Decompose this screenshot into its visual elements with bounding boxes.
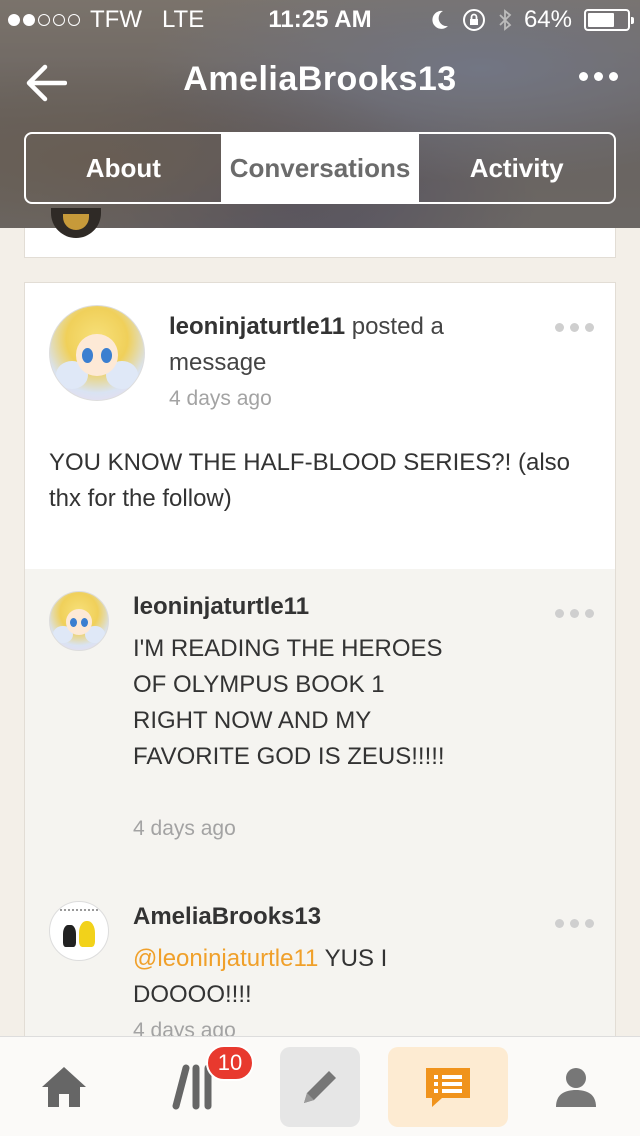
status-bar: TFW LTE 11:25 AM 64%: [0, 0, 640, 40]
bottom-tab-bar: 10: [0, 1036, 640, 1136]
comment-options-button[interactable]: [555, 609, 594, 618]
more-horizontal-icon: [579, 72, 588, 81]
conversation-card: leoninjaturtle11 posted a message 4 days…: [24, 282, 616, 1083]
avatar[interactable]: [49, 591, 109, 651]
more-options-button[interactable]: [579, 72, 618, 81]
comment-text: @leoninjaturtle11 YUS I DOOOO!!!!: [133, 945, 388, 1008]
tab-conversations[interactable]: Conversations: [220, 134, 420, 202]
pencil-icon: [304, 1071, 336, 1103]
post-timestamp: 4 days ago: [169, 387, 272, 410]
bluetooth-icon: [499, 9, 512, 31]
comment-username[interactable]: AmeliaBrooks13: [133, 903, 321, 931]
more-horizontal-icon: [555, 323, 564, 332]
comment-options-button[interactable]: [555, 919, 594, 928]
previous-card: [24, 208, 616, 258]
notification-badge: 10: [206, 1045, 254, 1081]
post-username[interactable]: leoninjaturtle11: [169, 313, 345, 340]
post-header: leoninjaturtle11 posted a message: [169, 309, 519, 381]
tab-about[interactable]: About: [26, 134, 221, 202]
nav-bar: AmeliaBrooks13: [0, 50, 640, 114]
profile-tabs: About Conversations Activity: [24, 132, 616, 204]
avatar[interactable]: [49, 901, 109, 961]
tab-compose[interactable]: [280, 1047, 360, 1127]
avatar: [51, 208, 101, 238]
post-options-button[interactable]: [555, 323, 594, 332]
avatar[interactable]: [49, 305, 145, 401]
page-title: AmeliaBrooks13: [183, 60, 457, 98]
comment-timestamp: 4 days ago: [133, 817, 236, 840]
post-message: YOU KNOW THE HALF-BLOOD SERIES?! (also t…: [49, 449, 571, 512]
tab-activity[interactable]: Activity: [419, 134, 614, 202]
comment-list: leoninjaturtle11 I'M READING THE HEROES …: [25, 569, 615, 1083]
user-mention[interactable]: @leoninjaturtle11: [133, 945, 318, 972]
tab-conversations[interactable]: [388, 1047, 508, 1127]
rotation-lock-icon: [462, 9, 485, 31]
more-horizontal-icon: [555, 609, 564, 618]
comment-text: I'M READING THE HEROES OF OLYMPUS BOOK 1…: [133, 635, 445, 770]
more-horizontal-icon: [555, 919, 564, 928]
profile-icon: [556, 1068, 596, 1107]
comment-username[interactable]: leoninjaturtle11: [133, 593, 309, 621]
chat-list-icon: [426, 1068, 470, 1107]
battery-icon: [584, 9, 634, 31]
home-icon: [42, 1067, 86, 1107]
tab-profile[interactable]: [536, 1047, 616, 1127]
moon-icon: [432, 10, 448, 29]
tab-home[interactable]: [24, 1047, 104, 1127]
battery-percent: 64%: [523, 6, 572, 33]
